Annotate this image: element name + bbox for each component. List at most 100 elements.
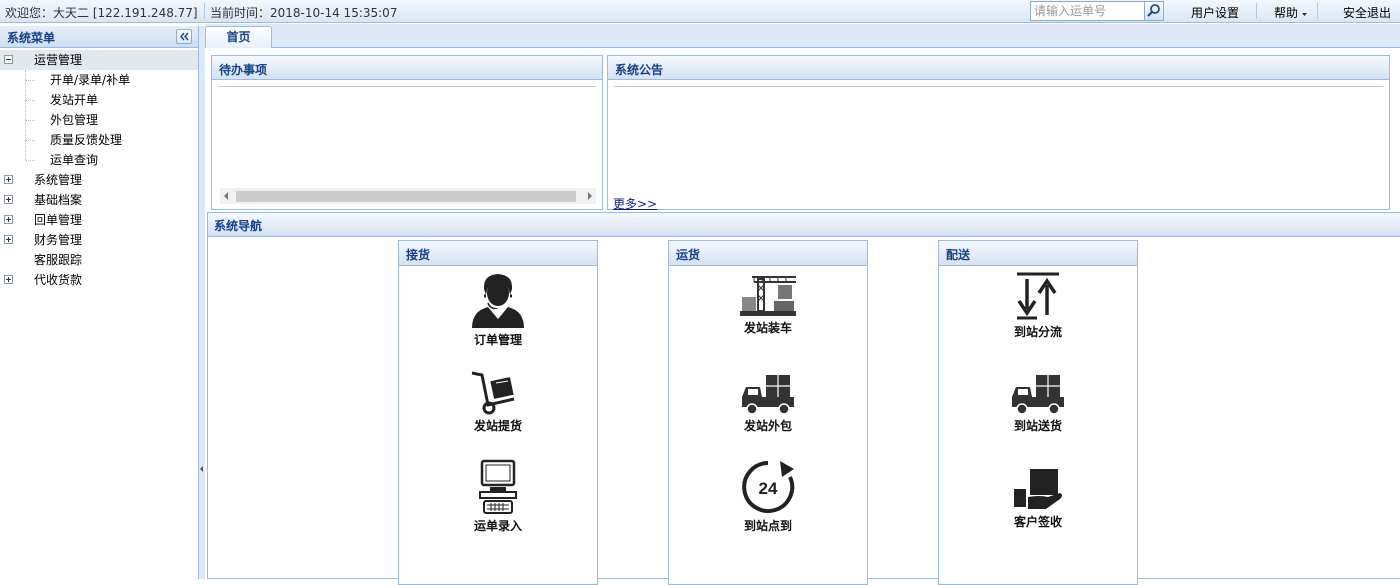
waybill-search-input[interactable]: [1031, 2, 1145, 20]
menu-item-cod[interactable]: 代收货款: [0, 270, 198, 290]
submenu-item-quality-feedback[interactable]: 质量反馈处理: [50, 130, 122, 150]
nav-order-management[interactable]: 订单管理: [399, 269, 597, 348]
scroll-left-icon[interactable]: [224, 192, 228, 200]
menu-item-label: 回单管理: [34, 213, 83, 227]
nav-item-label: 到站点到: [743, 519, 792, 533]
menu-item-system[interactable]: 系统管理: [0, 170, 198, 190]
submenu-item-create-waybill[interactable]: 开单/录单/补单: [50, 70, 130, 90]
nav-customer-signoff[interactable]: 客户签收: [939, 467, 1137, 530]
divider: [1317, 3, 1318, 19]
tree-line: [25, 100, 35, 101]
navigation-header: 系统导航: [208, 213, 1400, 237]
collapse-node-icon[interactable]: [4, 55, 13, 64]
delivery-truck-icon: [742, 375, 794, 415]
nav-item-label: 发站外包: [743, 419, 792, 433]
nav-arrival-delivery[interactable]: 到站送货: [939, 373, 1137, 434]
nav-origin-loading[interactable]: 发站装车: [669, 273, 867, 336]
user-settings-link[interactable]: 用户设置: [1191, 4, 1239, 21]
panel-header: 配送: [939, 241, 1137, 266]
submenu-label: 质量反馈处理: [50, 133, 123, 147]
current-time-text: 当前时间：2018-10-14 15:35:07: [210, 6, 398, 20]
tab-home[interactable]: 首页: [205, 26, 272, 48]
nav-group-title: 配送: [946, 248, 971, 262]
menu-item-basic-records[interactable]: 基础档案: [0, 190, 198, 210]
submenu-item-waybill-query[interactable]: 运单查询: [50, 150, 98, 170]
submenu-label: 外包管理: [50, 113, 99, 127]
panel-splitter[interactable]: [199, 26, 205, 579]
menu-item-customer-tracking[interactable]: 客服跟踪: [0, 250, 198, 270]
customer-service-icon: [472, 274, 524, 328]
tree-line: [25, 80, 35, 81]
expand-node-icon[interactable]: [4, 215, 13, 224]
nav-item-label: 发站装车: [743, 321, 792, 335]
scroll-right-icon[interactable]: [588, 192, 592, 200]
nav-origin-pickup[interactable]: 发站提货: [399, 371, 597, 434]
submenu-item-outsourcing[interactable]: 外包管理: [50, 110, 98, 130]
tree-line: [25, 120, 35, 121]
top-bar: 欢迎您：大天二 [122.191.248.77] 当前时间：2018-10-14…: [0, 0, 1400, 23]
help-menu[interactable]: 帮助: [1274, 4, 1309, 21]
submenu-label: 开单/录单/补单: [50, 73, 131, 87]
panel-header: 运货: [669, 241, 867, 266]
crane-loading-icon: [740, 276, 796, 316]
caret-down-icon: [1302, 12, 1308, 16]
nav-item-label: 订单管理: [473, 333, 522, 347]
navigation-title: 系统导航: [214, 219, 263, 233]
expand-node-icon[interactable]: [4, 235, 13, 244]
tree-line: [25, 140, 35, 141]
menu-item-operations[interactable]: 运营管理: [0, 50, 198, 70]
logout-link[interactable]: 安全退出: [1343, 4, 1391, 21]
nav-origin-outsourcing[interactable]: 发站外包: [669, 373, 867, 434]
hand-package-icon: [1014, 469, 1062, 509]
hand-truck-icon: [471, 371, 515, 415]
search-button[interactable]: [1144, 2, 1163, 20]
nav-group-title: 运货: [676, 248, 701, 262]
nav-waybill-entry[interactable]: 运单录入: [399, 459, 597, 534]
panel-header: 待办事项: [212, 56, 602, 80]
collapse-menu-button[interactable]: [176, 29, 192, 44]
horizontal-scrollbar[interactable]: [220, 188, 596, 204]
submenu-label: 运单查询: [50, 153, 99, 167]
menu-title: 系统菜单: [7, 31, 56, 45]
panel-header: 系统公告: [608, 56, 1389, 80]
nav-group-delivery: 配送 到站分流 到站送货 客户签收: [938, 240, 1138, 585]
double-chevron-left-icon: [180, 32, 189, 41]
nav-arrival-checkin[interactable]: 24 到站点到: [669, 459, 867, 534]
sort-arrows-icon: [1017, 272, 1059, 320]
submenu-item-origin-waybill[interactable]: 发站开单: [50, 90, 98, 110]
tree-line: [25, 70, 26, 160]
collapse-arrow-icon[interactable]: [200, 466, 203, 472]
nav-group-pickup: 接货 订单管理 发站提货 运单录入: [398, 240, 598, 585]
menu-item-receipts[interactable]: 回单管理: [0, 210, 198, 230]
divider: [204, 3, 205, 19]
menu-item-finance[interactable]: 财务管理: [0, 230, 198, 250]
expand-node-icon[interactable]: [4, 175, 13, 184]
menu-item-label: 基础档案: [34, 193, 83, 207]
help-label: 帮助: [1274, 6, 1299, 20]
clock-24-icon: 24: [742, 461, 795, 513]
announcement-panel: 系统公告 更多>>: [607, 55, 1390, 212]
expand-node-icon[interactable]: [4, 195, 13, 204]
todo-title: 待办事项: [219, 63, 268, 77]
search-box: [1030, 1, 1164, 21]
todo-panel: 待办事项: [211, 55, 603, 210]
nav-group-title: 接货: [406, 248, 431, 262]
nav-group-shipping: 运货 发站装车 发站外包 24 到站点到: [668, 240, 868, 585]
menu-item-label: 财务管理: [34, 233, 83, 247]
nav-arrival-sorting[interactable]: 到站分流: [939, 271, 1137, 340]
more-link[interactable]: 更多>>: [613, 195, 657, 212]
menu-item-label: 运营管理: [34, 53, 83, 67]
menu-item-label: 代收货款: [34, 273, 83, 287]
welcome-text: 欢迎您：大天二 [122.191.248.77]: [5, 6, 198, 20]
system-menu-panel: 系统菜单 运营管理 开单/录单/补单 发站开单 外包管理 质量反馈处理 运单查询…: [0, 26, 199, 579]
expand-node-icon[interactable]: [4, 275, 13, 284]
nav-item-label: 运单录入: [473, 519, 522, 533]
tree-line: [25, 160, 35, 161]
menu-item-label: 客服跟踪: [34, 253, 83, 267]
divider: [218, 86, 596, 87]
announcement-title: 系统公告: [615, 63, 664, 77]
scrollbar-thumb[interactable]: [236, 191, 576, 202]
menu-header: 系统菜单: [0, 26, 198, 48]
nav-item-label: 客户签收: [1013, 515, 1062, 529]
menu-item-label: 系统管理: [34, 173, 83, 187]
